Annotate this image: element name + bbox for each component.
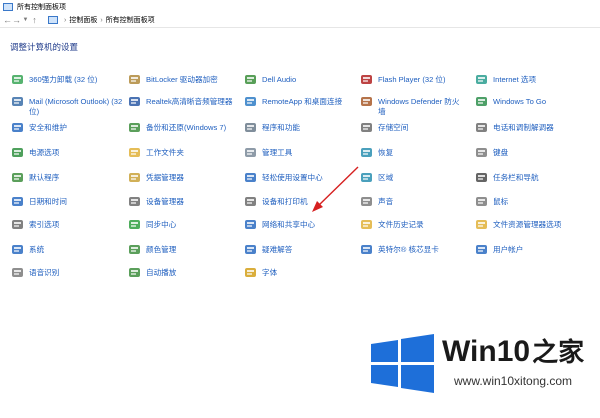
brand: Win10 之家 bbox=[442, 332, 584, 369]
watermark: Win10 之家 www.win10xitong.com bbox=[368, 318, 600, 416]
watermark-url: www.win10xitong.com bbox=[454, 374, 573, 388]
brand-name: Win10 bbox=[442, 335, 531, 368]
brand-suffix: 之家 bbox=[532, 338, 585, 368]
